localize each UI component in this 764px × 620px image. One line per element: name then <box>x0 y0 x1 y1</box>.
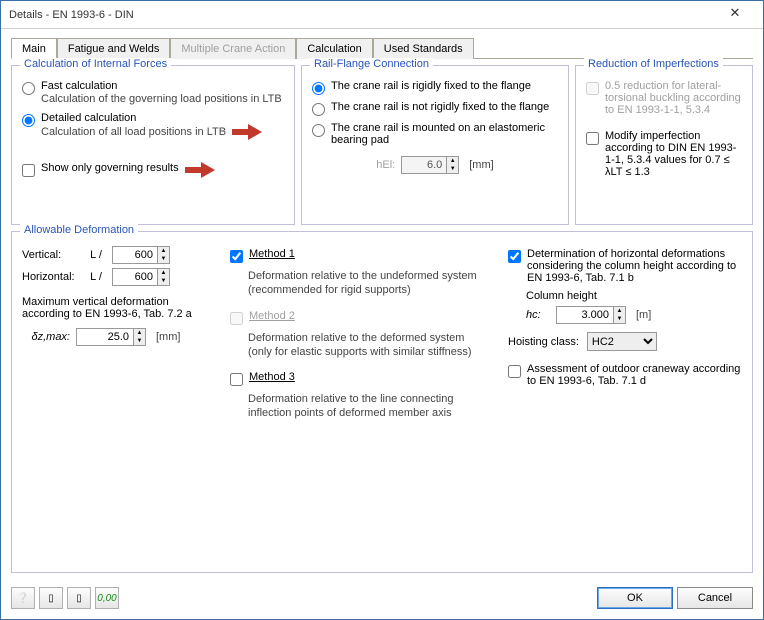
hel-label: hEl: <box>376 159 395 171</box>
hc-input[interactable] <box>557 307 613 323</box>
method2-title: Method 2 <box>249 310 295 322</box>
fast-sub: Calculation of the governing load positi… <box>41 92 282 106</box>
checkbox-show-only-governing[interactable] <box>22 164 35 177</box>
vertical-input[interactable] <box>113 247 157 263</box>
checkbox-modify-imperfection[interactable] <box>586 132 599 145</box>
titlebar: Details - EN 1993-6 - DIN ✕ <box>1 1 763 29</box>
delta-spinner[interactable]: ▲▼ <box>76 328 146 346</box>
spin-up-icon[interactable]: ▲ <box>133 329 145 337</box>
hel-input[interactable] <box>402 157 446 173</box>
ok-button[interactable]: OK <box>597 587 673 609</box>
arrow-icon <box>185 162 215 178</box>
vertical-label: Vertical: <box>22 249 80 261</box>
dialog-window: Details - EN 1993-6 - DIN ✕ Main Fatigue… <box>0 0 764 620</box>
fieldset-allowable-deformation: Allowable Deformation Vertical: L / ▲▼ H… <box>11 231 753 573</box>
tab-multiple-crane[interactable]: Multiple Crane Action <box>170 38 296 59</box>
hc-unit: [m] <box>636 309 651 321</box>
content-area: Main Fatigue and Welds Multiple Crane Ac… <box>1 29 763 581</box>
horizontal-label: Horizontal: <box>22 271 80 283</box>
lslash: L / <box>86 249 106 261</box>
spin-down-icon[interactable]: ▼ <box>613 315 625 323</box>
radio-rail-rigid[interactable] <box>312 82 325 95</box>
delta-input[interactable] <box>77 329 133 345</box>
spin-down-icon[interactable]: ▼ <box>133 337 145 345</box>
delta-unit: [mm] <box>156 331 180 343</box>
arrow-icon <box>232 124 262 140</box>
spin-up-icon[interactable]: ▲ <box>446 157 458 165</box>
hc-spinner[interactable]: ▲▼ <box>556 306 626 324</box>
checkbox-determination-horizontal[interactable] <box>508 250 521 263</box>
method3-desc: Deformation relative to the line connect… <box>248 392 490 421</box>
checkbox-method-2 <box>230 312 243 325</box>
help-icon[interactable]: ❔ <box>11 587 35 609</box>
spin-down-icon[interactable]: ▼ <box>157 255 169 263</box>
radio-detailed-calculation[interactable] <box>22 114 35 127</box>
fieldset-title: Rail-Flange Connection <box>310 58 433 70</box>
units-icon[interactable]: ▯ <box>39 587 63 609</box>
detailed-sub: Calculation of all load positions in LTB <box>41 125 226 139</box>
decimal-icon[interactable]: 0,00 <box>95 587 119 609</box>
hel-unit: [mm] <box>469 159 493 171</box>
spin-down-icon[interactable]: ▼ <box>446 165 458 173</box>
standards-icon[interactable]: ▯ <box>67 587 91 609</box>
rail-r3: The crane rail is mounted on an elastome… <box>331 122 558 146</box>
spin-up-icon[interactable]: ▲ <box>613 307 625 315</box>
cancel-button[interactable]: Cancel <box>677 587 753 609</box>
hoisting-class-select[interactable]: HC2 <box>587 332 657 351</box>
det-horiz-text: Determination of horizontal deformations… <box>527 248 742 284</box>
fast-label: Fast calculation <box>41 80 117 92</box>
method1-title: Method 1 <box>249 248 295 260</box>
delta-label: δz,max: <box>22 331 70 343</box>
horizontal-input[interactable] <box>113 269 157 285</box>
fieldset-title: Allowable Deformation <box>20 224 138 236</box>
max-vert-text: Maximum vertical deformation according t… <box>22 296 212 320</box>
lslash: L / <box>86 271 106 283</box>
show-only-label: Show only governing results <box>41 162 179 174</box>
tab-used-standards[interactable]: Used Standards <box>373 38 474 59</box>
method2-desc: Deformation relative to the deformed sys… <box>248 331 490 360</box>
close-icon[interactable]: ✕ <box>715 5 755 25</box>
imp-c1: 0.5 reduction for lateral-torsional buck… <box>605 80 742 116</box>
window-title: Details - EN 1993-6 - DIN <box>9 9 715 21</box>
detailed-label: Detailed calculation <box>41 112 136 124</box>
outdoor-text: Assessment of outdoor craneway according… <box>527 363 742 387</box>
fieldset-title: Calculation of Internal Forces <box>20 58 171 70</box>
imp-c2: Modify imperfection according to DIN EN … <box>605 130 742 178</box>
horizontal-spinner[interactable]: ▲▼ <box>112 268 170 286</box>
radio-rail-elastomeric[interactable] <box>312 124 325 137</box>
bottom-bar: ❔ ▯ ▯ 0,00 OK Cancel <box>1 581 763 619</box>
tab-main[interactable]: Main <box>11 38 57 59</box>
fieldset-rail-flange: Rail-Flange Connection The crane rail is… <box>301 65 569 225</box>
tab-calculation[interactable]: Calculation <box>296 38 372 59</box>
rail-r2: The crane rail is not rigidly fixed to t… <box>331 101 549 113</box>
vertical-spinner[interactable]: ▲▼ <box>112 246 170 264</box>
rail-r1: The crane rail is rigidly fixed to the f… <box>331 80 531 92</box>
fieldset-internal-forces: Calculation of Internal Forces Fast calc… <box>11 65 295 225</box>
checkbox-0-5-reduction <box>586 82 599 95</box>
column-height-label: Column height <box>526 290 742 302</box>
hel-spinner[interactable]: ▲▼ <box>401 156 459 174</box>
method1-desc: Deformation relative to the undeformed s… <box>248 269 490 298</box>
hc-label: hc: <box>526 309 550 321</box>
method3-title: Method 3 <box>249 371 295 383</box>
tab-fatigue[interactable]: Fatigue and Welds <box>57 38 171 59</box>
fieldset-title: Reduction of Imperfections <box>584 58 723 70</box>
checkbox-outdoor-craneway[interactable] <box>508 365 521 378</box>
checkbox-method-1[interactable] <box>230 250 243 263</box>
spin-down-icon[interactable]: ▼ <box>157 277 169 285</box>
checkbox-method-3[interactable] <box>230 373 243 386</box>
spin-up-icon[interactable]: ▲ <box>157 247 169 255</box>
radio-rail-not-rigid[interactable] <box>312 103 325 116</box>
tab-strip: Main Fatigue and Welds Multiple Crane Ac… <box>11 37 753 59</box>
spin-up-icon[interactable]: ▲ <box>157 269 169 277</box>
fieldset-imperfections: Reduction of Imperfections 0.5 reduction… <box>575 65 753 225</box>
hoisting-class-label: Hoisting class: <box>508 336 579 348</box>
radio-fast-calculation[interactable] <box>22 82 35 95</box>
